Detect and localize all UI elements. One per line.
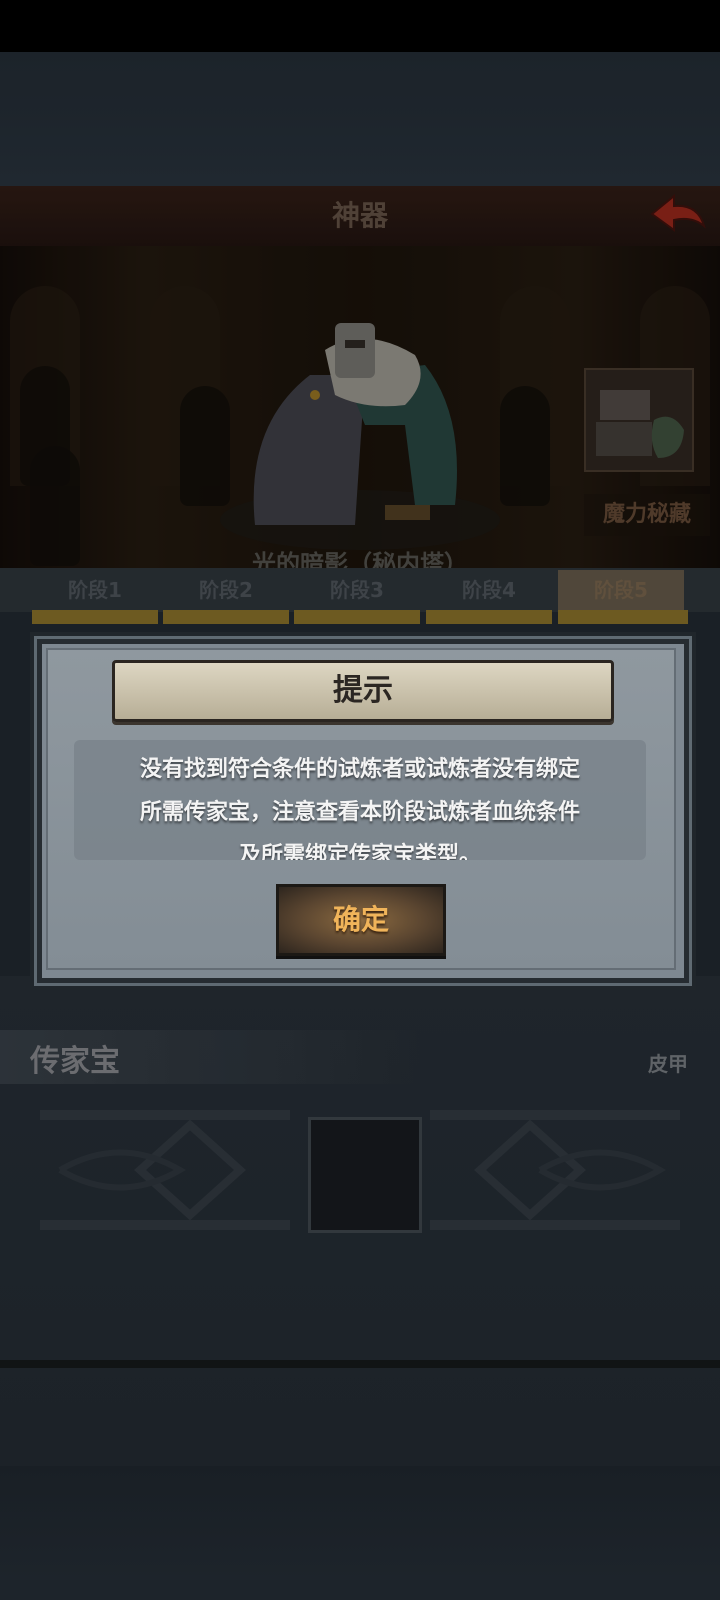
message-line-2: 所需传家宝，注意查看本阶段试炼者血统条件 (139, 800, 580, 825)
confirm-button-label[interactable]: 确定 (276, 884, 446, 956)
dialog-message: 没有找到符合条件的试炼者或试炼者没有绑定 所需传家宝，注意查看本阶段试炼者血统条… (74, 740, 646, 860)
message-line-1: 没有找到符合条件的试炼者或试炼者没有绑定 (139, 757, 580, 782)
dialog-title: 提示 (333, 673, 393, 708)
message-line-3: 及所需绑定传家宝类型。 (238, 843, 481, 860)
status-bar (0, 0, 720, 52)
